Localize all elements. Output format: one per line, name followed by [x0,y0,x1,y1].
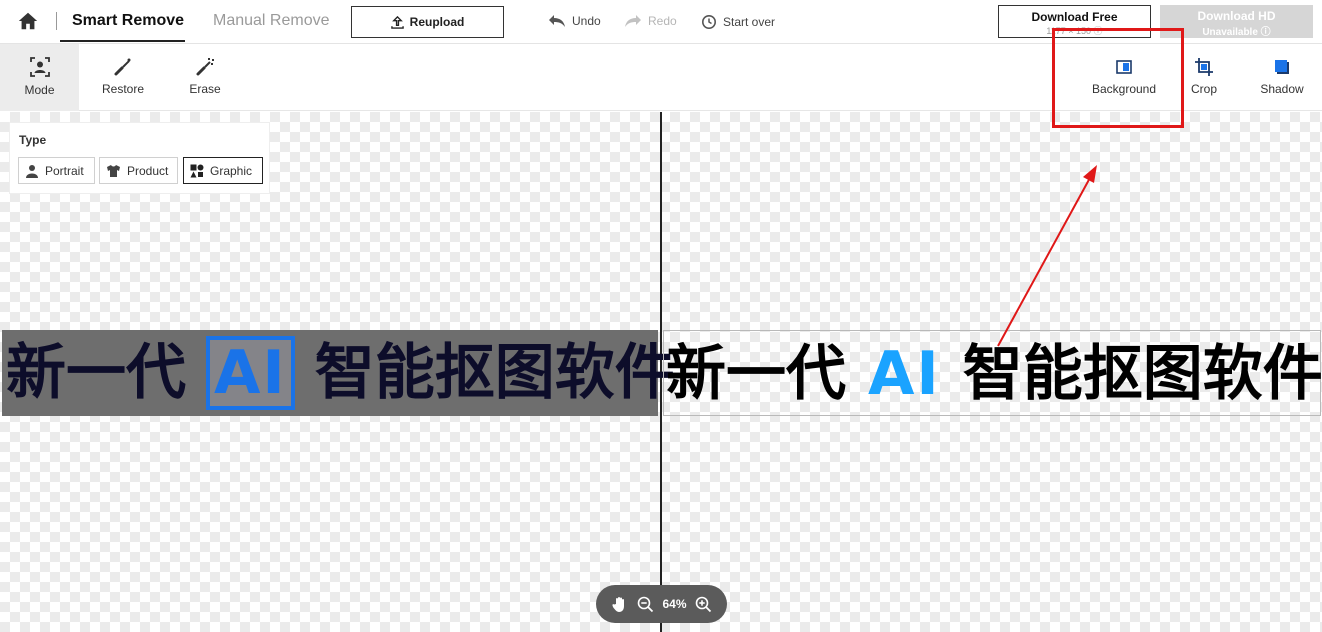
tshirt-icon [107,164,120,177]
reupload-label: Reupload [409,15,465,29]
original-image-text: 新一代 AI 智能抠图软件 [2,336,675,410]
undo-button[interactable]: Undo [548,14,601,28]
hand-icon[interactable] [611,595,629,613]
divider [56,12,57,30]
zoom-out-icon[interactable] [637,596,654,613]
type-portrait-button[interactable]: Portrait [18,157,95,184]
original-image: 新一代 AI 智能抠图软件 [2,330,675,416]
mode-tool[interactable]: Mode [0,44,79,111]
home-icon[interactable] [17,10,39,32]
eraser-brush-icon [196,58,214,76]
banner-suffix: 智能抠图软件 [962,339,1322,409]
result-image: 新一代 AI 智能抠图软件 [663,330,1322,416]
shadow-tool[interactable]: Shadow [1252,44,1312,111]
type-graphic-label: Graphic [210,163,253,178]
shapes-icon [190,164,204,177]
erase-label: Erase [189,82,221,96]
crop-icon [1195,58,1213,76]
zoom-control: 64% [596,585,727,623]
active-tab-indicator [60,40,185,42]
banner-prefix: 新一代 [666,339,846,409]
redo-label: Redo [648,14,677,28]
reupload-button[interactable]: Reupload [351,6,504,38]
restore-tool[interactable]: Restore [92,44,154,111]
start-over-button[interactable]: Start over [701,14,775,30]
type-portrait-label: Portrait [45,163,84,178]
type-title: Type [19,133,47,147]
zoom-level: 64% [662,597,687,611]
person-icon [26,164,38,178]
crop-label: Crop [1190,82,1217,96]
tab-smart-remove[interactable]: Smart Remove [72,12,184,30]
banner-suffix: 智能抠图软件 [314,338,675,408]
type-graphic-button[interactable]: Graphic [183,157,263,184]
start-over-label: Start over [723,15,776,29]
redo-icon [625,15,641,27]
banner-prefix: 新一代 [6,338,186,408]
mode-label: Mode [24,83,55,97]
restore-label: Restore [101,82,145,96]
upload-icon [390,15,404,29]
download-free-label: Download Free [1031,10,1118,24]
type-product-label: Product [127,163,169,178]
shadow-icon [1275,60,1289,74]
highlight-box [1052,28,1184,128]
banner-ai: AI [868,339,941,409]
zoom-in-icon[interactable] [695,596,712,613]
erase-tool[interactable]: Erase [174,44,236,111]
banner-ai: AI [206,336,295,410]
brush-icon [114,58,131,76]
download-hd-label: Download HD [1197,9,1276,23]
shadow-label: Shadow [1260,82,1304,96]
type-product-button[interactable]: Product [99,157,178,184]
type-panel: Type Portrait Product Graphic [9,122,270,194]
undo-icon [549,15,565,27]
person-frame-icon [29,57,50,77]
redo-button[interactable]: Redo [624,14,677,28]
crop-tool[interactable]: Crop [1178,44,1230,111]
undo-label: Undo [572,14,601,28]
history-icon [702,15,716,29]
tab-manual-remove[interactable]: Manual Remove [213,12,330,30]
result-image-text: 新一代 AI 智能抠图软件 [664,339,1322,409]
